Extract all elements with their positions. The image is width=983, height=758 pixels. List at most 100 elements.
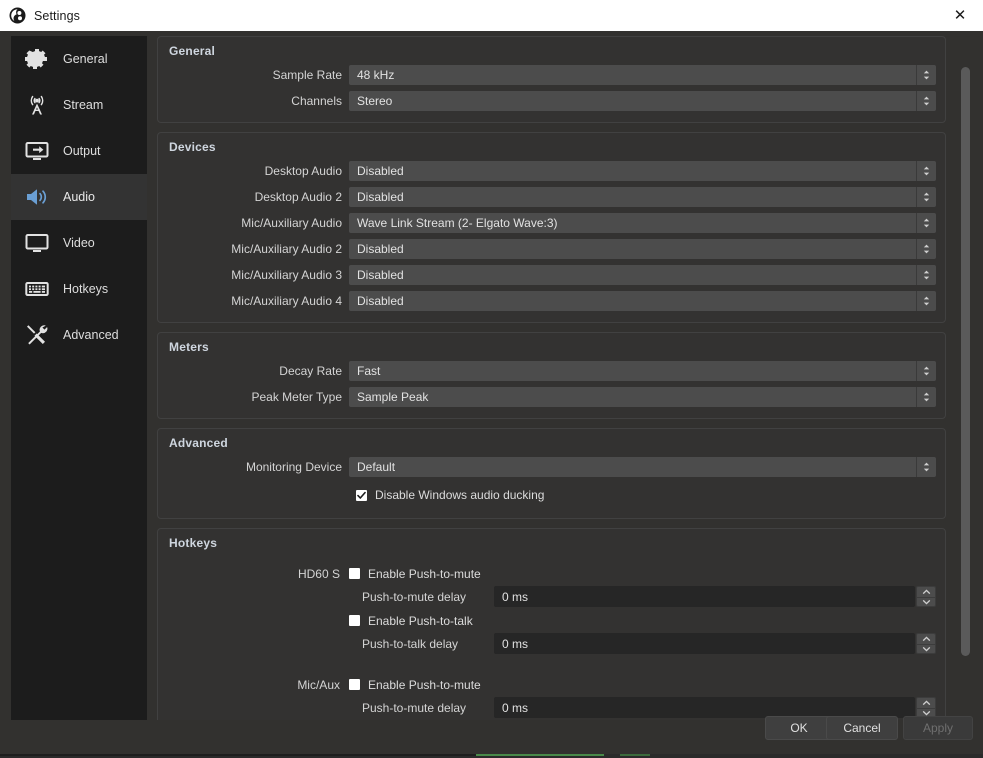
group-devices: Devices Desktop Audio Disabled Desktop A… xyxy=(157,132,946,323)
monitoring-device-value[interactable]: Default xyxy=(349,457,916,477)
sidebar-item-label: Hotkeys xyxy=(63,282,109,296)
sidebar-item-label: Audio xyxy=(63,190,95,204)
push-to-talk-delay-stepper[interactable] xyxy=(916,633,936,654)
row-push-to-talk-delay: Push-to-talk delay 0 ms xyxy=(167,633,936,654)
settings-content: General Sample Rate 48 kHz Channels Ster… xyxy=(157,36,957,720)
chevron-updown-icon[interactable] xyxy=(916,387,936,407)
hotkey-block: HD60 S Enable Push-to-mute Push-to-mute … xyxy=(167,564,936,654)
apply-button: Apply xyxy=(903,716,973,740)
sidebar-item-label: Video xyxy=(63,236,95,250)
window-title: Settings xyxy=(34,8,80,23)
row-decay-rate: Decay Rate Fast xyxy=(167,361,936,381)
disable-audio-ducking-checkbox[interactable] xyxy=(356,489,367,501)
peak-meter-type-value[interactable]: Sample Peak xyxy=(349,387,916,407)
decay-rate-combo[interactable]: Fast xyxy=(349,361,936,381)
broadcast-icon xyxy=(22,90,52,120)
field-label: Push-to-mute delay xyxy=(362,589,467,604)
scrollbar-thumb[interactable] xyxy=(961,67,970,656)
mic-aux-audio-value[interactable]: Wave Link Stream (2- Elgato Wave:3) xyxy=(349,213,916,233)
chevron-down-icon[interactable] xyxy=(916,643,936,654)
mic-aux-audio-2-combo[interactable]: Disabled xyxy=(349,239,936,259)
enable-push-to-mute-checkbox[interactable] xyxy=(349,568,360,579)
ok-button[interactable]: OK xyxy=(765,716,833,740)
window-body: General Stream Output Audio Video Hotkey… xyxy=(0,31,983,758)
group-title: Advanced xyxy=(169,436,228,450)
desktop-audio-2-combo[interactable]: Disabled xyxy=(349,187,936,207)
sidebar-item-stream[interactable]: Stream xyxy=(11,82,147,128)
chevron-updown-icon[interactable] xyxy=(916,187,936,207)
content-scrollbar[interactable] xyxy=(959,64,972,742)
enable-push-to-talk-checkbox[interactable] xyxy=(349,615,360,626)
mic-aux-audio-3-value[interactable]: Disabled xyxy=(349,265,916,285)
row-channels: Channels Stereo xyxy=(167,91,936,111)
output-icon xyxy=(22,136,52,166)
channels-combo[interactable]: Stereo xyxy=(349,91,936,111)
monitor-icon xyxy=(22,228,52,258)
chevron-up-icon[interactable] xyxy=(916,633,936,644)
row-mic-aux-audio-4: Mic/Auxiliary Audio 4 Disabled xyxy=(167,291,936,311)
sidebar-item-output[interactable]: Output xyxy=(11,128,147,174)
mic-aux-audio-4-value[interactable]: Disabled xyxy=(349,291,916,311)
field-label: Push-to-talk delay xyxy=(362,636,459,651)
desktop-audio-2-value[interactable]: Disabled xyxy=(349,187,916,207)
sidebar-item-label: Advanced xyxy=(63,328,119,342)
obs-logo-icon xyxy=(9,7,26,24)
group-advanced: Advanced Monitoring Device Default Disab… xyxy=(157,428,946,519)
sidebar-item-hotkeys[interactable]: Hotkeys xyxy=(11,266,147,312)
chevron-updown-icon[interactable] xyxy=(916,239,936,259)
strip-green-2 xyxy=(620,754,650,756)
mic-aux-audio-3-combo[interactable]: Disabled xyxy=(349,265,936,285)
group-meters: Meters Decay Rate Fast Peak Meter Type S… xyxy=(157,332,946,419)
chevron-updown-icon[interactable] xyxy=(916,161,936,181)
field-label: Mic/Auxiliary Audio 4 xyxy=(231,294,342,308)
row-mic-aux-audio: Mic/Auxiliary Audio Wave Link Stream (2-… xyxy=(167,213,936,233)
speaker-icon xyxy=(22,182,52,212)
push-to-mute-delay-input[interactable]: 0 ms xyxy=(494,586,915,607)
channels-value[interactable]: Stereo xyxy=(349,91,916,111)
settings-scroll-content: General Sample Rate 48 kHz Channels Ster… xyxy=(157,36,957,720)
strip-dark xyxy=(0,754,476,756)
sidebar-item-advanced[interactable]: Advanced xyxy=(11,312,147,358)
monitoring-device-combo[interactable]: Default xyxy=(349,457,936,477)
desktop-audio-combo[interactable]: Disabled xyxy=(349,161,936,181)
desktop-audio-value[interactable]: Disabled xyxy=(349,161,916,181)
chevron-updown-icon[interactable] xyxy=(916,361,936,381)
field-label: Desktop Audio 2 xyxy=(254,190,342,204)
chevron-updown-icon[interactable] xyxy=(916,265,936,285)
hotkey-source-label: Mic/Aux xyxy=(297,677,340,692)
strip-green xyxy=(476,754,604,756)
settings-window: Settings ✕ General Stream Output Audio V… xyxy=(0,0,983,758)
sidebar-item-general[interactable]: General xyxy=(11,36,147,82)
sample-rate-combo[interactable]: 48 kHz xyxy=(349,65,936,85)
cancel-button[interactable]: Cancel xyxy=(826,716,898,740)
enable-push-to-mute-checkbox[interactable] xyxy=(349,679,360,690)
sample-rate-value[interactable]: 48 kHz xyxy=(349,65,916,85)
decay-rate-value[interactable]: Fast xyxy=(349,361,916,381)
field-label: Monitoring Device xyxy=(245,460,342,474)
mic-aux-audio-2-value[interactable]: Disabled xyxy=(349,239,916,259)
checkbox-label: Enable Push-to-talk xyxy=(368,613,473,628)
group-title: Hotkeys xyxy=(169,536,218,550)
chevron-updown-icon[interactable] xyxy=(916,457,936,477)
sidebar-item-audio[interactable]: Audio xyxy=(11,174,147,220)
row-desktop-audio-2: Desktop Audio 2 Disabled xyxy=(167,187,936,207)
chevron-down-icon[interactable] xyxy=(916,596,936,607)
peak-meter-type-combo[interactable]: Sample Peak xyxy=(349,387,936,407)
title-bar: Settings ✕ xyxy=(0,0,983,32)
push-to-talk-delay-input[interactable]: 0 ms xyxy=(494,633,915,654)
chevron-updown-icon[interactable] xyxy=(916,65,936,85)
chevron-updown-icon[interactable] xyxy=(916,213,936,233)
mic-aux-audio-4-combo[interactable]: Disabled xyxy=(349,291,936,311)
close-icon[interactable]: ✕ xyxy=(937,0,983,31)
sidebar-item-video[interactable]: Video xyxy=(11,220,147,266)
chevron-updown-icon[interactable] xyxy=(916,291,936,311)
field-label: Decay Rate xyxy=(279,364,342,378)
field-label: Peak Meter Type xyxy=(251,390,343,404)
sidebar-item-label: General xyxy=(63,52,108,66)
mic-aux-audio-combo[interactable]: Wave Link Stream (2- Elgato Wave:3) xyxy=(349,213,936,233)
push-to-mute-delay-stepper[interactable] xyxy=(916,586,936,607)
chevron-updown-icon[interactable] xyxy=(916,91,936,111)
chevron-up-icon[interactable] xyxy=(916,586,936,597)
row-desktop-audio: Desktop Audio Disabled xyxy=(167,161,936,181)
checkbox-label: Enable Push-to-mute xyxy=(368,677,481,692)
